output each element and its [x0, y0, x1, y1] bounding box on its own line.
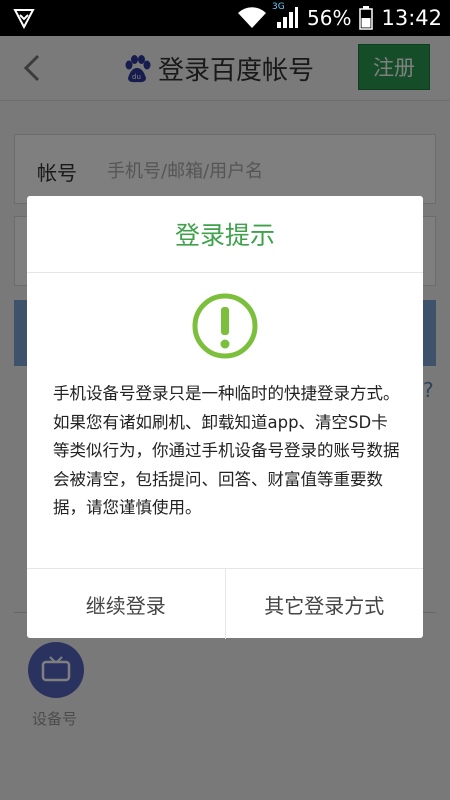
battery-percent: 56% — [307, 6, 352, 30]
other-login-method-button[interactable]: 其它登录方式 — [224, 569, 424, 639]
dialog-title: 登录提示 — [27, 196, 423, 273]
clock: 13:42 — [381, 6, 442, 30]
wifi-icon — [238, 7, 267, 28]
continue-login-button[interactable]: 继续登录 — [27, 569, 225, 639]
battery-icon — [359, 6, 374, 30]
shield-icon — [13, 9, 35, 30]
dialog-message: 手机设备号登录只是一种临时的快捷登录方式。如果您有诸如刷机、卸载知道app、清空… — [53, 384, 400, 517]
signal-icon — [277, 7, 299, 28]
login-tip-dialog: 登录提示 手机设备号登录只是一种临时的快捷登录方式。如果您有诸如刷机、卸载知道a… — [27, 196, 423, 639]
exclamation-icon — [192, 293, 258, 359]
dialog-actions: 继续登录 其它登录方式 — [27, 568, 423, 639]
status-bar: 3G 56% 13:42 — [0, 0, 450, 36]
